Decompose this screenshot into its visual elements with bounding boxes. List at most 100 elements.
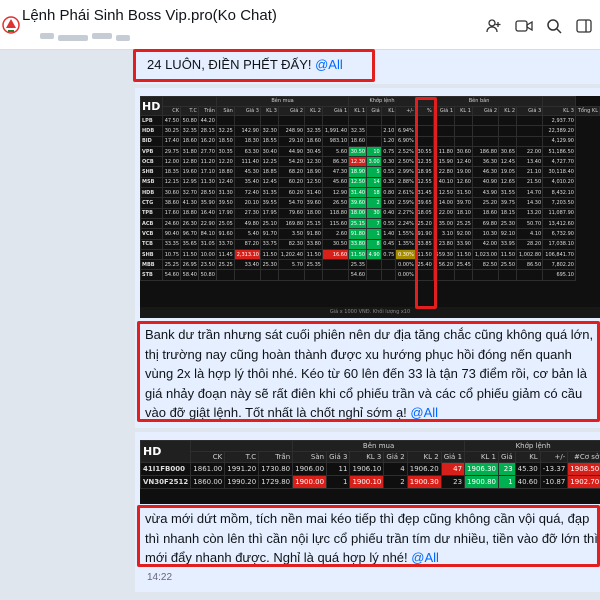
group-avatar[interactable] xyxy=(2,10,20,40)
board-logo: HD xyxy=(140,96,164,116)
table-cell: 106,841.70 xyxy=(542,248,576,261)
table-row[interactable]: VCB 90.40 96.70 84.10 91.60 5.40 91.70 3.50 91.8… xyxy=(140,228,600,240)
table-cell xyxy=(414,114,434,127)
table-cell xyxy=(471,114,500,127)
group-header xyxy=(542,96,576,107)
table-cell: 18.95 xyxy=(414,166,434,178)
table-cell: 142.90 xyxy=(233,125,261,137)
table-cell: 40.90 xyxy=(471,176,500,189)
column-header: Giá 1 xyxy=(321,105,350,116)
table-cell: 12.45 xyxy=(259,176,279,189)
table-cell: 82.30 xyxy=(277,238,306,250)
table-cell xyxy=(414,125,434,137)
ticker-symbol: TPB xyxy=(140,207,164,219)
table-row[interactable]: TPB 17.60 18.80 16.40 17.90 27.30 17.95 79.60 18… xyxy=(140,207,600,219)
group-title[interactable]: Lệnh Phái Sinh Boss Vip.pro(Ko Chat) xyxy=(22,7,277,24)
table-cell: 92.00 xyxy=(454,228,473,240)
table-cell: 695.10 xyxy=(542,269,576,281)
table-cell: 12.35 xyxy=(414,156,434,168)
ticker-symbol: OCB xyxy=(140,156,164,168)
table-row[interactable]: STB 54.60 58.40 50.80 54.60 0.00% 695.10 xyxy=(140,269,600,281)
table-cell: 33.35 xyxy=(162,238,182,250)
table-row[interactable]: HDB 30.60 32.70 28.50 31.30 72.40 31.35 60.20 31… xyxy=(140,187,600,199)
table-row[interactable]: 41I1FB000 1861.00 1991.20 1730.80 1906.00 11 1… xyxy=(140,462,600,476)
table-cell: 1.20 xyxy=(380,135,397,147)
column-header: KL 3 xyxy=(349,451,385,463)
table-row[interactable]: VN30F2512 1860.00 1990.20 1729.80 1900.00 1 19… xyxy=(140,475,600,489)
table-cell xyxy=(366,259,382,271)
table-cell: 92.10 xyxy=(498,228,518,240)
table-cell: 87.20 xyxy=(233,238,261,250)
group-header: Bên mua xyxy=(292,440,466,452)
table-cell: 63.30 xyxy=(233,145,261,158)
mention-all[interactable]: @All xyxy=(411,550,439,565)
table-cell: 25.15 xyxy=(304,217,323,230)
table-cell: 25.25 xyxy=(215,259,235,271)
panel-toggle-icon[interactable] xyxy=(574,16,594,36)
table-cell: 12.80 xyxy=(180,156,199,168)
table-cell: 0.80 xyxy=(380,187,397,199)
table-row[interactable]: MBB 25.25 26.95 23.50 25.25 33.40 25.30 5.70 25.… xyxy=(140,259,600,271)
table-cell: 25.20 xyxy=(414,217,434,230)
table-cell: 35.65 xyxy=(180,238,199,250)
table-cell xyxy=(454,269,473,281)
table-row[interactable]: OCB 12.00 12.80 11.20 12.20 111.40 12.25 54.20 1… xyxy=(140,156,600,168)
table-cell xyxy=(380,114,397,127)
table-row[interactable]: SHB 10.75 11.50 10.00 11.45 2,313.10 11.50 1,20… xyxy=(140,248,600,261)
mention-all[interactable]: @All xyxy=(410,405,438,420)
table-row[interactable]: ACB 24.60 26.30 22.90 25.05 49.80 25.10 169.80 2… xyxy=(140,217,600,230)
column-header: +/- xyxy=(395,105,416,116)
mention-all[interactable]: @All xyxy=(315,57,343,72)
ticker-symbol: STB xyxy=(140,269,164,281)
table-row[interactable]: CTG 38.60 41.30 35.90 39.50 20.10 39.55 54.70 39… xyxy=(140,197,600,209)
table-cell xyxy=(321,259,350,271)
table-cell: 96.70 xyxy=(180,228,199,240)
table-cell: 4 xyxy=(383,462,408,476)
table-cell: 33.80 xyxy=(348,238,368,250)
price-board-image[interactable]: HD Bên mua Khớp lệnh Bên bán CK T.C Trần Sàn Giá… xyxy=(140,96,600,318)
table-cell xyxy=(498,114,518,127)
table-cell: 12.30 xyxy=(304,156,323,168)
table-cell: 8,432.10 xyxy=(542,187,576,199)
column-header: Giá 3 xyxy=(326,451,351,463)
table-cell: 91.60 xyxy=(215,228,235,240)
table-cell: 23 xyxy=(497,462,516,476)
table-cell: 18.90 xyxy=(304,166,323,178)
video-call-icon[interactable] xyxy=(514,16,534,36)
table-row[interactable]: TCB 33.35 35.65 31.05 33.70 87.20 33.75 82.30 33… xyxy=(140,238,600,250)
table-row[interactable]: VPB 29.75 31.80 27.70 30.35 63.30 30.40 44.90 30… xyxy=(140,145,600,158)
search-icon[interactable] xyxy=(544,16,564,36)
table-cell: 46.30 xyxy=(471,166,500,178)
ticker-symbol: MSB xyxy=(140,176,164,189)
table-cell: 1908.50 xyxy=(567,462,600,476)
table-cell: 35.00 xyxy=(432,217,456,230)
table-cell: 12.45 xyxy=(498,156,518,168)
table-cell: 33.90 xyxy=(454,238,473,250)
table-cell: 1991.20 xyxy=(224,462,260,476)
table-cell: 31.55 xyxy=(498,187,518,199)
table-row[interactable]: SHB 18.35 19.60 17.10 18.80 45.30 18.85 68.20 18… xyxy=(140,166,600,178)
table-cell: 12.20 xyxy=(215,156,235,168)
ticker-symbol: 41I1FB000 xyxy=(140,462,192,476)
table-cell: 68.20 xyxy=(277,166,306,178)
table-cell xyxy=(414,269,434,281)
group-header: Khớp lệnh xyxy=(348,96,416,107)
table-cell: 30.40 xyxy=(259,145,279,158)
derivatives-board-image[interactable]: HD Bên mua Khớp lệnh CK T.C Trần Sàn Giá 3 KL 3G… xyxy=(140,440,600,504)
table-cell: -10.87 xyxy=(539,475,569,489)
table-cell: 14 xyxy=(366,176,382,189)
add-member-icon[interactable] xyxy=(484,16,504,36)
table-cell: 91.70 xyxy=(259,228,279,240)
table-cell: 30,118.40 xyxy=(542,166,576,178)
table-cell: 39.65 xyxy=(414,197,434,209)
table-cell: 25.35 xyxy=(304,259,323,271)
table-row[interactable]: BID 17.40 18.60 16.20 18.50 18.30 18.55 29.10 18… xyxy=(140,135,600,147)
table-cell: 69.80 xyxy=(471,217,500,230)
table-row[interactable]: MSB 12.15 12.95 11.30 12.40 35.40 12.45 60.20 12… xyxy=(140,176,600,189)
table-cell: 31.35 xyxy=(259,187,279,199)
message-bubble[interactable]: 24 LUÔN, ĐIỀN PHẾT ĐẤY! @All xyxy=(135,50,600,84)
table-row[interactable]: LPB 47.50 50.80 44.20 2,937.70 xyxy=(140,114,600,127)
table-cell: 1729.80 xyxy=(258,475,294,489)
table-cell: 86.30 xyxy=(321,156,350,168)
table-row[interactable]: HDB 30.25 32.35 28.15 32.25 142.90 32.30 248.90… xyxy=(140,125,600,137)
